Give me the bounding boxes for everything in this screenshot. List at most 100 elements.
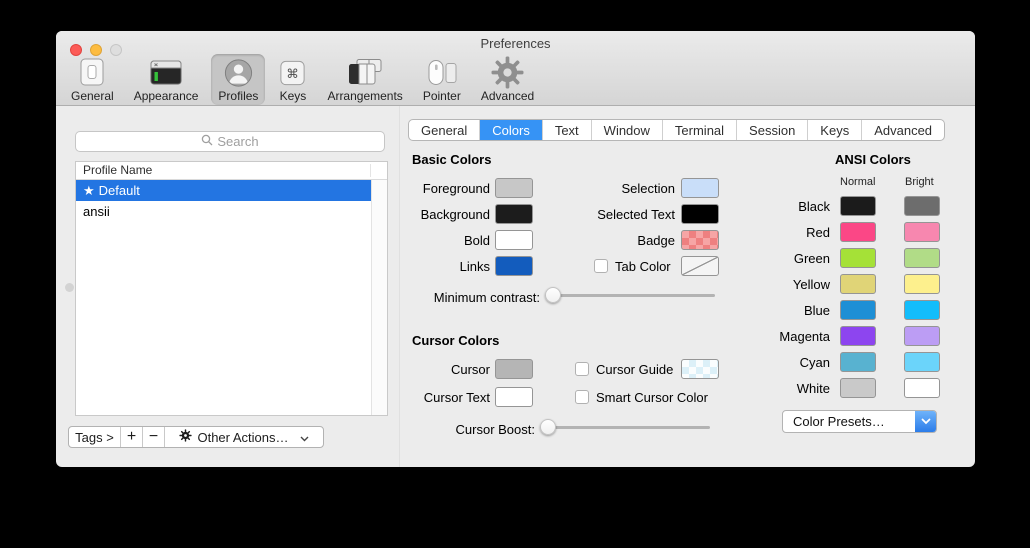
ansi-black-bright-swatch[interactable]: [904, 196, 940, 216]
tab-color-checkbox[interactable]: [594, 259, 608, 273]
tab-advanced[interactable]: Advanced: [861, 120, 944, 140]
window-title: Preferences: [56, 36, 975, 51]
badge-color-well[interactable]: [681, 230, 719, 250]
ansi-row-label: Blue: [746, 303, 830, 318]
profile-list-header[interactable]: Profile Name: [76, 162, 387, 180]
ansi-green-normal-swatch[interactable]: [840, 248, 876, 268]
tab-window[interactable]: Window: [591, 120, 662, 140]
links-color-well[interactable]: [495, 256, 533, 276]
toolbar-item-arrangements[interactable]: Arrangements: [320, 54, 409, 105]
color-row-label: Badge: [561, 233, 675, 248]
tab-session[interactable]: Session: [736, 120, 807, 140]
tab-text[interactable]: Text: [542, 120, 591, 140]
ansi-red-bright-swatch[interactable]: [904, 222, 940, 242]
profile-rows: ★Default ansii: [76, 180, 372, 222]
background-color-well[interactable]: [495, 204, 533, 224]
ansi-yellow-bright-swatch[interactable]: [904, 274, 940, 294]
profile-name: ansii: [83, 204, 110, 219]
ansi-white-normal-swatch[interactable]: [840, 378, 876, 398]
toolbar-item-appearance[interactable]: Appearance: [127, 54, 206, 105]
title-bar[interactable]: Preferences General Appearance Profiles ⌘Ke…: [56, 31, 975, 106]
cursor-colors-title: Cursor Colors: [412, 333, 499, 348]
tab-general[interactable]: General: [409, 120, 479, 140]
tab-colors[interactable]: Colors: [479, 120, 542, 140]
color-presets-dropdown[interactable]: Color Presets…: [782, 410, 937, 433]
other-actions-button[interactable]: Other Actions…: [165, 427, 323, 447]
profile-row-ansii[interactable]: ansii: [76, 201, 372, 222]
ansi-black-normal-swatch[interactable]: [840, 196, 876, 216]
pane-drag-dot: [65, 283, 74, 292]
bold-color-well[interactable]: [495, 230, 533, 250]
toolbar-item-label: General: [71, 89, 114, 103]
toolbar-item-label: Advanced: [481, 89, 534, 103]
list-scrollbar[interactable]: [371, 180, 387, 415]
toolbar-item-label: Keys: [280, 89, 307, 103]
advanced-icon: [491, 56, 524, 89]
preferences-window: Preferences General Appearance Profiles ⌘Ke…: [56, 31, 975, 467]
ansi-row-label: Black: [746, 199, 830, 214]
search-icon: [201, 134, 213, 149]
add-profile-button[interactable]: +: [121, 427, 143, 447]
color-presets-label: Color Presets…: [783, 414, 915, 429]
ansi-row-label: White: [746, 381, 830, 396]
ansi-white-bright-swatch[interactable]: [904, 378, 940, 398]
ansi-yellow-normal-swatch[interactable]: [840, 274, 876, 294]
cursor-boost-slider[interactable]: [540, 419, 710, 436]
ansi-blue-normal-swatch[interactable]: [840, 300, 876, 320]
selection-color-well[interactable]: [681, 178, 719, 198]
cursor-guide-label: Cursor Guide: [596, 362, 673, 377]
slider-track[interactable]: [540, 426, 710, 429]
settings-tab-bar: GeneralColorsTextWindowTerminalSessionKe…: [408, 119, 945, 141]
ansi-normal-header: Normal: [840, 176, 875, 188]
ansi-cyan-normal-swatch[interactable]: [840, 352, 876, 372]
pointer-icon: [425, 56, 459, 89]
list-button-row: Tags > + − Other Actions…: [68, 426, 324, 448]
general-icon: [77, 56, 107, 89]
ansi-red-normal-swatch[interactable]: [840, 222, 876, 242]
minimum-contrast-slider[interactable]: [545, 287, 715, 304]
cursor-guide-color-well[interactable]: [681, 359, 719, 379]
profile-name: Default: [99, 183, 140, 198]
search-input[interactable]: Search: [75, 131, 385, 152]
cursor-label: Cursor: [408, 362, 490, 377]
toolbar-item-label: Appearance: [134, 89, 199, 103]
toolbar-item-advanced[interactable]: Advanced: [474, 54, 541, 105]
pane-divider: [399, 106, 400, 467]
color-row-label: Selected Text: [561, 207, 675, 222]
slider-knob[interactable]: [545, 287, 561, 303]
toolbar-item-profiles[interactable]: Profiles: [211, 54, 265, 105]
header-column-divider: [370, 164, 371, 177]
tab-color-well-empty[interactable]: [681, 256, 719, 276]
slider-knob[interactable]: [540, 419, 556, 435]
selected-text-color-well[interactable]: [681, 204, 719, 224]
ansi-magenta-bright-swatch[interactable]: [904, 326, 940, 346]
toolbar-item-keys[interactable]: ⌘Keys: [271, 54, 314, 105]
ansi-row-label: Yellow: [746, 277, 830, 292]
cursor-text-label: Cursor Text: [396, 390, 490, 405]
cursor-guide-checkbox[interactable]: [575, 362, 589, 376]
tags-button[interactable]: Tags >: [69, 427, 121, 447]
tab-terminal[interactable]: Terminal: [662, 120, 736, 140]
toolbar-item-pointer[interactable]: Pointer: [416, 54, 468, 105]
ansi-cyan-bright-swatch[interactable]: [904, 352, 940, 372]
cursor-text-color-well[interactable]: [495, 387, 533, 407]
ansi-magenta-normal-swatch[interactable]: [840, 326, 876, 346]
minimum-contrast-label: Minimum contrast:: [408, 290, 540, 305]
tab-keys[interactable]: Keys: [807, 120, 861, 140]
profile-row-default[interactable]: ★Default: [76, 180, 372, 201]
cursor-color-well[interactable]: [495, 359, 533, 379]
remove-profile-button[interactable]: −: [143, 427, 165, 447]
slider-track[interactable]: [545, 294, 715, 297]
appearance-icon: [149, 56, 183, 89]
toolbar-item-general[interactable]: General: [64, 54, 121, 105]
toolbar-item-label: Pointer: [423, 89, 461, 103]
color-row-label: Selection: [561, 181, 675, 196]
smart-cursor-color-checkbox[interactable]: [575, 390, 589, 404]
ansi-row-label: Green: [746, 251, 830, 266]
toolbar-item-label: Profiles: [218, 89, 258, 103]
ansi-blue-bright-swatch[interactable]: [904, 300, 940, 320]
ansi-green-bright-swatch[interactable]: [904, 248, 940, 268]
foreground-color-well[interactable]: [495, 178, 533, 198]
color-row-label: Tab Color: [615, 259, 671, 274]
toolbar: General Appearance Profiles ⌘KeysArrangemen…: [64, 54, 541, 105]
